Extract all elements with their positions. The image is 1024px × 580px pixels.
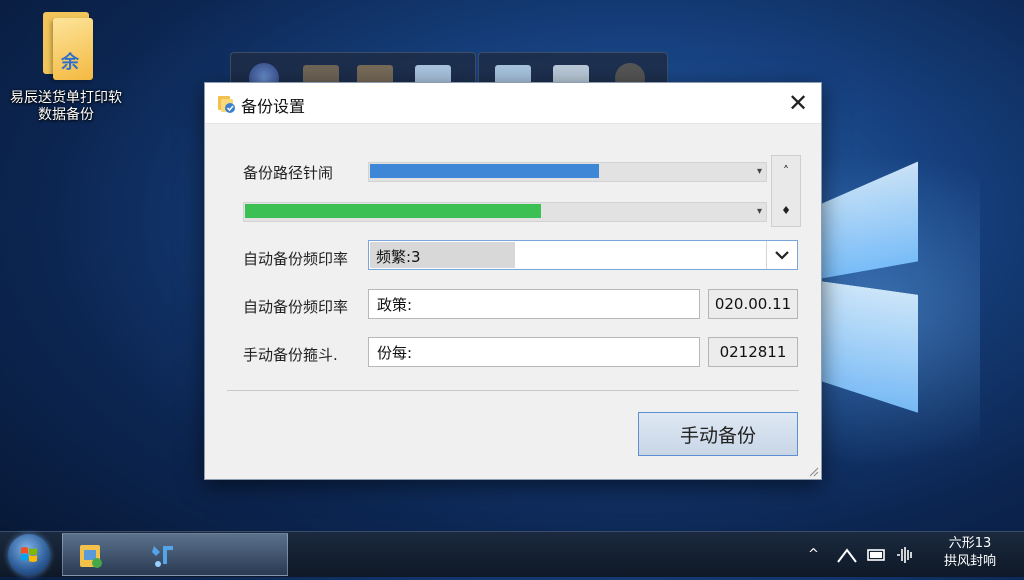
backup-settings-dialog: 备份设置 ✕ 备份路径针闹 ▾ ▾ ˄ ♦ 自动备份频印率 频繁:3 自动备份频… bbox=[204, 82, 822, 480]
chevron-down-icon: ▾ bbox=[756, 206, 762, 217]
backup-app-icon bbox=[80, 545, 102, 568]
clock[interactable]: 六形13 拱风封响 bbox=[930, 535, 1010, 571]
manual-backup-field[interactable] bbox=[368, 337, 700, 367]
close-button[interactable]: ✕ bbox=[775, 83, 821, 123]
backup-status-progress-bar[interactable]: ▾ bbox=[243, 202, 767, 222]
tray-chevron[interactable]: ^ bbox=[808, 532, 819, 577]
resize-grip-icon[interactable] bbox=[807, 465, 819, 477]
desktop-icon-label: 易辰送货单打印软 数据备份 bbox=[10, 90, 122, 123]
auto-frequency-2-field[interactable] bbox=[368, 289, 700, 319]
battery-icon[interactable] bbox=[866, 546, 888, 564]
manual-backup-button[interactable]: 手动备份 bbox=[638, 412, 798, 456]
divider bbox=[227, 390, 799, 391]
background-window-thumbnails bbox=[230, 52, 668, 94]
desktop-icon-backup[interactable]: 余 易辰送货单打印软 数据备份 bbox=[6, 8, 126, 124]
auto-frequency-2-input[interactable] bbox=[375, 294, 679, 314]
backup-app-icon bbox=[218, 96, 235, 113]
scroll-spinner[interactable]: ˄ ♦ bbox=[771, 155, 801, 227]
chevron-down-icon: ▾ bbox=[756, 166, 762, 177]
volume-icon[interactable] bbox=[894, 545, 916, 565]
tool-app-icon bbox=[152, 546, 173, 567]
backup-path-label: 备份路径针闹 bbox=[243, 164, 334, 182]
folder-icon: 余 bbox=[37, 8, 95, 80]
auto-frequency-label: 自动备份频印率 bbox=[243, 250, 349, 268]
chevron-down-icon bbox=[775, 251, 789, 260]
dialog-titlebar: 备份设置 ✕ bbox=[205, 83, 821, 124]
dialog-title: 备份设置 bbox=[241, 97, 306, 116]
auto-frequency-2-number[interactable]: 020.00.11 bbox=[708, 289, 798, 319]
chevron-down-icon[interactable]: ♦ bbox=[772, 204, 800, 217]
progress-fill-green bbox=[245, 204, 541, 218]
close-icon: ✕ bbox=[787, 89, 809, 117]
dropdown-button[interactable] bbox=[766, 241, 797, 269]
taskbar: ^ 六形13 拱风封响 bbox=[0, 531, 1024, 577]
chevron-up-icon: ^ bbox=[808, 547, 819, 562]
backup-path-progress-bar[interactable]: ▾ bbox=[368, 162, 767, 182]
auto-frequency-select[interactable]: 频繁:3 bbox=[368, 240, 798, 270]
taskbar-app-backup[interactable] bbox=[62, 533, 288, 576]
start-button[interactable] bbox=[8, 534, 50, 576]
auto-frequency-value: 频繁:3 bbox=[376, 248, 421, 266]
chevron-up-icon[interactable]: ˄ bbox=[772, 164, 800, 178]
manual-backup-label: 手动备份箍斗. bbox=[243, 346, 338, 364]
network-icon[interactable] bbox=[836, 546, 858, 564]
manual-backup-number[interactable]: 0212811 bbox=[708, 337, 798, 367]
progress-fill-blue bbox=[370, 164, 599, 178]
manual-backup-input[interactable] bbox=[375, 342, 679, 362]
auto-frequency-2-label: 自动备份频印率 bbox=[243, 298, 349, 316]
windows-logo bbox=[822, 160, 922, 415]
windows-flag-icon bbox=[21, 547, 37, 562]
